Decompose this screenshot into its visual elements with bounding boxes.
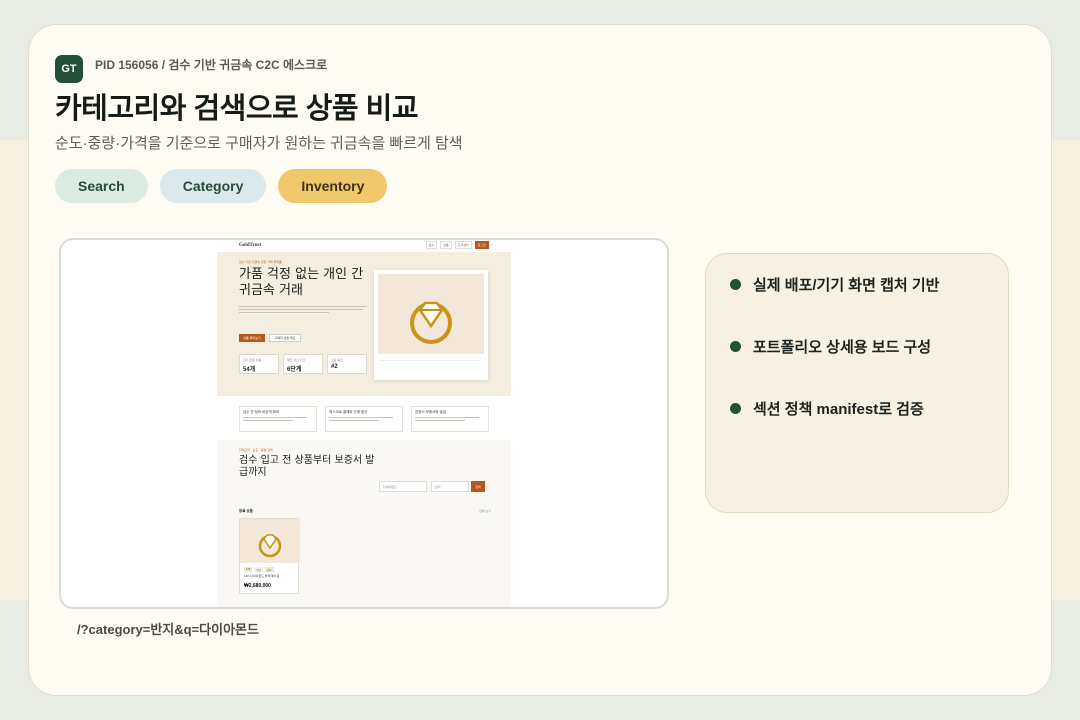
stat-card: 검수 완료 상품 54개 [239,354,279,374]
category-select[interactable]: 반지 [431,481,469,492]
page-subtitle: 순도·중량·가격을 기준으로 구매자가 원하는 귀금속을 빠르게 탐색 [55,135,463,152]
product-image [378,274,484,354]
nav-link[interactable]: 검수 [425,241,438,249]
search-input[interactable]: 다이아몬드 [379,481,427,492]
hero-body-text [239,306,367,314]
stat-value: 6단계 [287,367,302,373]
stat-value: #2 [331,364,338,370]
chip-inventory[interactable]: Inventory [278,169,388,203]
hero-title: 가품 걱정 없는 개인 간 귀금속 거래 [239,267,364,298]
tag: 검수 [265,567,274,572]
product-price: ₩2,680,000 [244,583,271,589]
nav-link[interactable]: 상품 [440,241,452,249]
feature-panel: 실제 배포/기기 화면 캡처 기반 포트폴리오 상세용 보드 구성 섹션 정책 … [705,253,1009,513]
feature-item: 실제 배포/기기 화면 캡처 기반 [730,274,939,295]
bullet-dot-icon [730,403,741,414]
stat-label: 평균 정산 기간 [287,358,306,362]
section-title: 검수 입고 전 상품부터 보증서 발급까지 [239,455,375,478]
hero-product-card[interactable] [374,270,488,380]
page-title: 카테고리와 검색으로 상품 비교 [55,93,419,125]
diamond-ring-icon [258,534,282,558]
feature-text: 실제 배포/기기 화면 캡처 기반 [753,277,940,294]
tag: 반지 [254,567,264,572]
stat-value: 54개 [243,367,256,373]
bullet-dot-icon [730,279,741,290]
list-title: 등록 상품 [239,509,253,513]
list-more-link[interactable]: 전체 보기 [479,509,491,513]
feature-item: 섹션 정책 manifest로 검증 [730,398,924,419]
feature-title: 검수 전 정보 비공개 확보 [243,410,280,414]
diamond-ring-icon [410,301,452,344]
bullet-dot-icon [730,341,741,352]
feature-card: 검수 전 정보 비공개 확보 [239,406,317,432]
product-tags: 14K 반지 검수 [244,567,274,572]
stat-label: 보증 등급 [331,358,343,362]
stat-card: 보증 등급 #2 [327,354,367,374]
feature-text: 섹션 정책 manifest로 검증 [753,401,924,418]
product-name: 14K 다이아몬드 솔리테어 링 [244,574,280,578]
chip-category[interactable]: Category [159,169,267,203]
site-hero: 검수 기반 귀금속 안전 거래 플랫폼 가품 걱정 없는 개인 간 귀금속 거래… [217,252,511,396]
stat-card: 평균 정산 기간 6단계 [283,354,323,374]
protection-button[interactable]: 구매자 보호 제도 [269,334,301,342]
brand-badge: GT [55,55,83,83]
tag-chips: Search Category Inventory [55,169,388,203]
site-nav: GoldTrust 검수 상품 고객센터 로그인 [217,240,511,250]
feature-text: 포트폴리오 상세용 보드 구성 [753,339,932,356]
product-image [240,519,300,563]
stat-label: 검수 완료 상품 [243,358,262,362]
nav-link[interactable]: 고객센터 [454,241,472,249]
chip-search[interactable]: Search [55,169,148,203]
project-id: PID 156056 / 검수 기반 귀금속 C2C 에스크로 [95,58,328,72]
browse-button[interactable]: 상품 둘러보기 [239,334,265,342]
feature-card: 에스크로 결제와 단계 정산 [325,406,403,432]
feature-title: 감정사 보증서와 발급 [415,410,446,414]
screenshot-caption: /?category=반지&q=다이아몬드 [77,622,259,637]
feature-title: 에스크로 결제와 단계 정산 [329,410,368,414]
board-card: GT PID 156056 / 검수 기반 귀금속 C2C 에스크로 카테고리와… [28,24,1052,696]
hero-kicker: 검수 기반 귀금속 안전 거래 플랫폼 [239,260,282,264]
feature-row: 검수 전 정보 비공개 확보 에스크로 결제와 단계 정산 감정사 보증서와 발… [217,400,511,440]
search-button[interactable]: 검색 [471,481,485,492]
section-kicker: 카테고리 · 순도 · 중량 검색 [239,448,273,452]
feature-card: 감정사 보증서와 발급 [411,406,489,432]
site-logo[interactable]: GoldTrust [239,243,261,248]
screenshot-frame: GoldTrust 검수 상품 고객센터 로그인 검수 기반 귀금속 안전 거래… [59,238,669,609]
feature-item: 포트폴리오 상세용 보드 구성 [730,336,931,357]
search-section: 카테고리 · 순도 · 중량 검색 검수 입고 전 상품부터 보증서 발급까지 … [217,440,511,607]
site-preview: GoldTrust 검수 상품 고객센터 로그인 검수 기반 귀금속 안전 거래… [217,240,511,607]
site-nav-links: 검수 상품 고객센터 로그인 [425,241,489,249]
tag: 14K [244,567,253,572]
login-button[interactable]: 로그인 [474,241,489,249]
product-card[interactable]: 14K 반지 검수 14K 다이아몬드 솔리테어 링 ₩2,680,000 [239,518,300,594]
